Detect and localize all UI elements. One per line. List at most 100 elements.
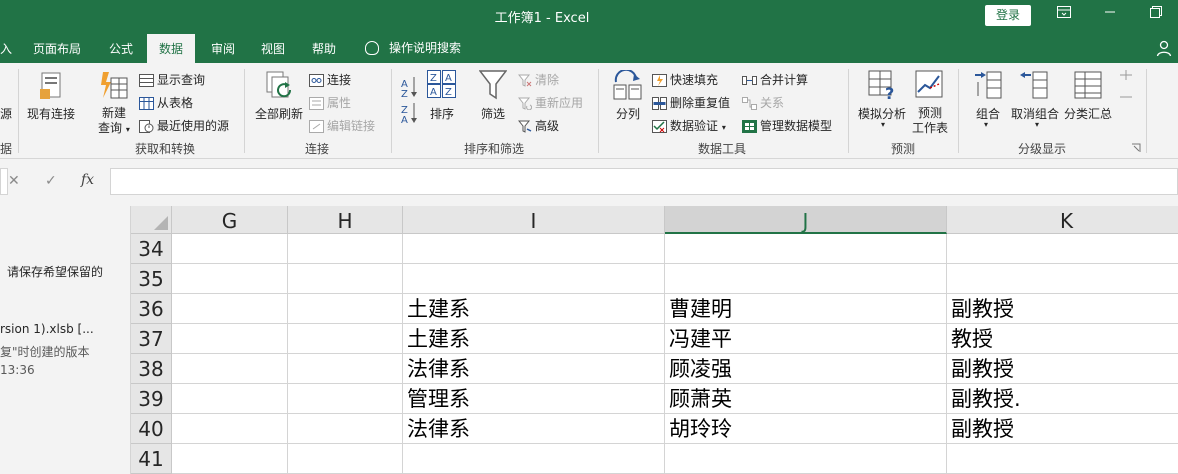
cell-i36[interactable]: 土建系 [403, 294, 665, 324]
ribbon-display-icon[interactable] [1053, 5, 1075, 25]
cell-k35[interactable] [947, 264, 1178, 294]
cell-j40[interactable]: 胡玲玲 [665, 414, 947, 444]
formula-input[interactable] [110, 168, 1178, 195]
refresh-all-button[interactable]: 全部刷新 [255, 105, 303, 122]
row-header[interactable]: 37 [131, 324, 172, 354]
properties-button[interactable]: 属性 [309, 94, 351, 111]
cell-j37[interactable]: 冯建平 [665, 324, 947, 354]
tab-data[interactable]: 数据 [147, 34, 196, 64]
partial-source-button[interactable]: 源 [0, 105, 12, 122]
enter-icon[interactable]: ✓ [45, 173, 57, 189]
cell-h37[interactable] [288, 324, 403, 354]
cell-g35[interactable] [172, 264, 288, 294]
cell-j38[interactable]: 顾凌强 [665, 354, 947, 384]
cell-h34[interactable] [288, 234, 403, 264]
cell-h38[interactable] [288, 354, 403, 384]
tell-me-search[interactable]: 操作说明搜索 [365, 39, 461, 56]
relationships-button[interactable]: 关系 [742, 94, 784, 111]
advanced-filter-button[interactable]: 高级 [518, 117, 559, 134]
cell-j36[interactable]: 曹建明 [665, 294, 947, 324]
sort-button[interactable]: 排序 [430, 105, 454, 122]
cell-j34[interactable] [665, 234, 947, 264]
column-header-g[interactable]: G [172, 206, 288, 234]
remove-duplicates-button[interactable]: 删除重复值 [652, 94, 730, 111]
subtotal-button[interactable]: 分类汇总 [1064, 105, 1112, 122]
existing-connections-button[interactable]: 现有连接 [27, 105, 75, 122]
cell-g36[interactable] [172, 294, 288, 324]
row-header[interactable]: 36 [131, 294, 172, 324]
cell-k37[interactable]: 教授 [947, 324, 1178, 354]
login-button[interactable]: 登录 [985, 5, 1031, 26]
manage-data-model-button[interactable]: 管理数据模型 [742, 117, 832, 134]
new-query-icon [101, 72, 128, 99]
cell-k39[interactable]: 副教授. [947, 384, 1178, 414]
cell-j39[interactable]: 顾萧英 [665, 384, 947, 414]
recovery-file-name[interactable]: rsion 1).xlsb [... [0, 322, 94, 336]
cell-h35[interactable] [288, 264, 403, 294]
column-header-i[interactable]: I [403, 206, 665, 234]
cell-i40[interactable]: 法律系 [403, 414, 665, 444]
column-header-j[interactable]: J [665, 206, 947, 234]
cell-k41[interactable] [947, 444, 1178, 474]
cell-g34[interactable] [172, 234, 288, 264]
cell-k38[interactable]: 副教授 [947, 354, 1178, 384]
tab-page-layout[interactable]: 页面布局 [33, 40, 81, 57]
cell-g39[interactable] [172, 384, 288, 414]
data-validation-button[interactable]: 数据验证 ▾ [652, 117, 726, 134]
tab-formulas[interactable]: 公式 [109, 40, 133, 57]
tab-view[interactable]: 视图 [261, 40, 285, 57]
show-queries-button[interactable]: 显示查询 [139, 71, 205, 88]
cell-k36[interactable]: 副教授 [947, 294, 1178, 324]
from-table-button[interactable]: 从表格 [139, 94, 193, 111]
cell-i38[interactable]: 法律系 [403, 354, 665, 384]
cell-h40[interactable] [288, 414, 403, 444]
column-header-k[interactable]: K [947, 206, 1178, 234]
cell-i34[interactable] [403, 234, 665, 264]
row-header[interactable]: 38 [131, 354, 172, 384]
row-header[interactable]: 39 [131, 384, 172, 414]
select-all-button[interactable] [131, 206, 172, 234]
dialog-launcher-icon[interactable] [1131, 143, 1141, 153]
cell-j35[interactable] [665, 264, 947, 294]
cell-g37[interactable] [172, 324, 288, 354]
row-header[interactable]: 34 [131, 234, 172, 264]
share-person-icon[interactable] [1156, 40, 1172, 56]
insert-function-icon[interactable]: fx [81, 172, 94, 188]
text-to-columns-button[interactable]: 分列 [616, 105, 640, 122]
edit-links-button[interactable]: 编辑链接 [309, 117, 375, 134]
filter-button[interactable]: 筛选 [481, 105, 505, 122]
tab-review[interactable]: 审阅 [211, 40, 235, 57]
tab-help[interactable]: 帮助 [312, 40, 336, 57]
show-hide-detail-icon[interactable] [1118, 70, 1134, 104]
tab-partial[interactable]: 入 [0, 40, 12, 57]
cell-k34[interactable] [947, 234, 1178, 264]
cancel-icon[interactable]: ✕ [8, 173, 20, 189]
cell-g40[interactable] [172, 414, 288, 444]
flash-fill-button[interactable]: 快速填充 [652, 71, 718, 88]
minimize-icon[interactable] [1099, 5, 1121, 25]
cell-j41[interactable] [665, 444, 947, 474]
new-query-button[interactable]: 查询 ▾ [98, 119, 130, 136]
cell-g41[interactable] [172, 444, 288, 474]
cell-h41[interactable] [288, 444, 403, 474]
cell-h36[interactable] [288, 294, 403, 324]
cell-i41[interactable] [403, 444, 665, 474]
cell-i35[interactable] [403, 264, 665, 294]
recent-sources-button[interactable]: 最近使用的源 [139, 117, 229, 134]
cell-g38[interactable] [172, 354, 288, 384]
row-header[interactable]: 40 [131, 414, 172, 444]
connections-button[interactable]: 连接 [309, 71, 351, 88]
cell-h39[interactable] [288, 384, 403, 414]
row-header[interactable]: 35 [131, 264, 172, 294]
clear-filter-button[interactable]: 清除 [518, 71, 559, 88]
cell-i39[interactable]: 管理系 [403, 384, 665, 414]
forecast-sheet-label-2[interactable]: 工作表 [912, 119, 948, 136]
reapply-button[interactable]: 重新应用 [518, 94, 583, 111]
name-box[interactable] [0, 168, 8, 195]
column-header-h[interactable]: H [288, 206, 403, 234]
cell-k40[interactable]: 副教授 [947, 414, 1178, 444]
consolidate-button[interactable]: 合并计算 [742, 71, 808, 88]
restore-icon[interactable] [1145, 5, 1167, 25]
row-header[interactable]: 41 [131, 444, 172, 474]
cell-i37[interactable]: 土建系 [403, 324, 665, 354]
